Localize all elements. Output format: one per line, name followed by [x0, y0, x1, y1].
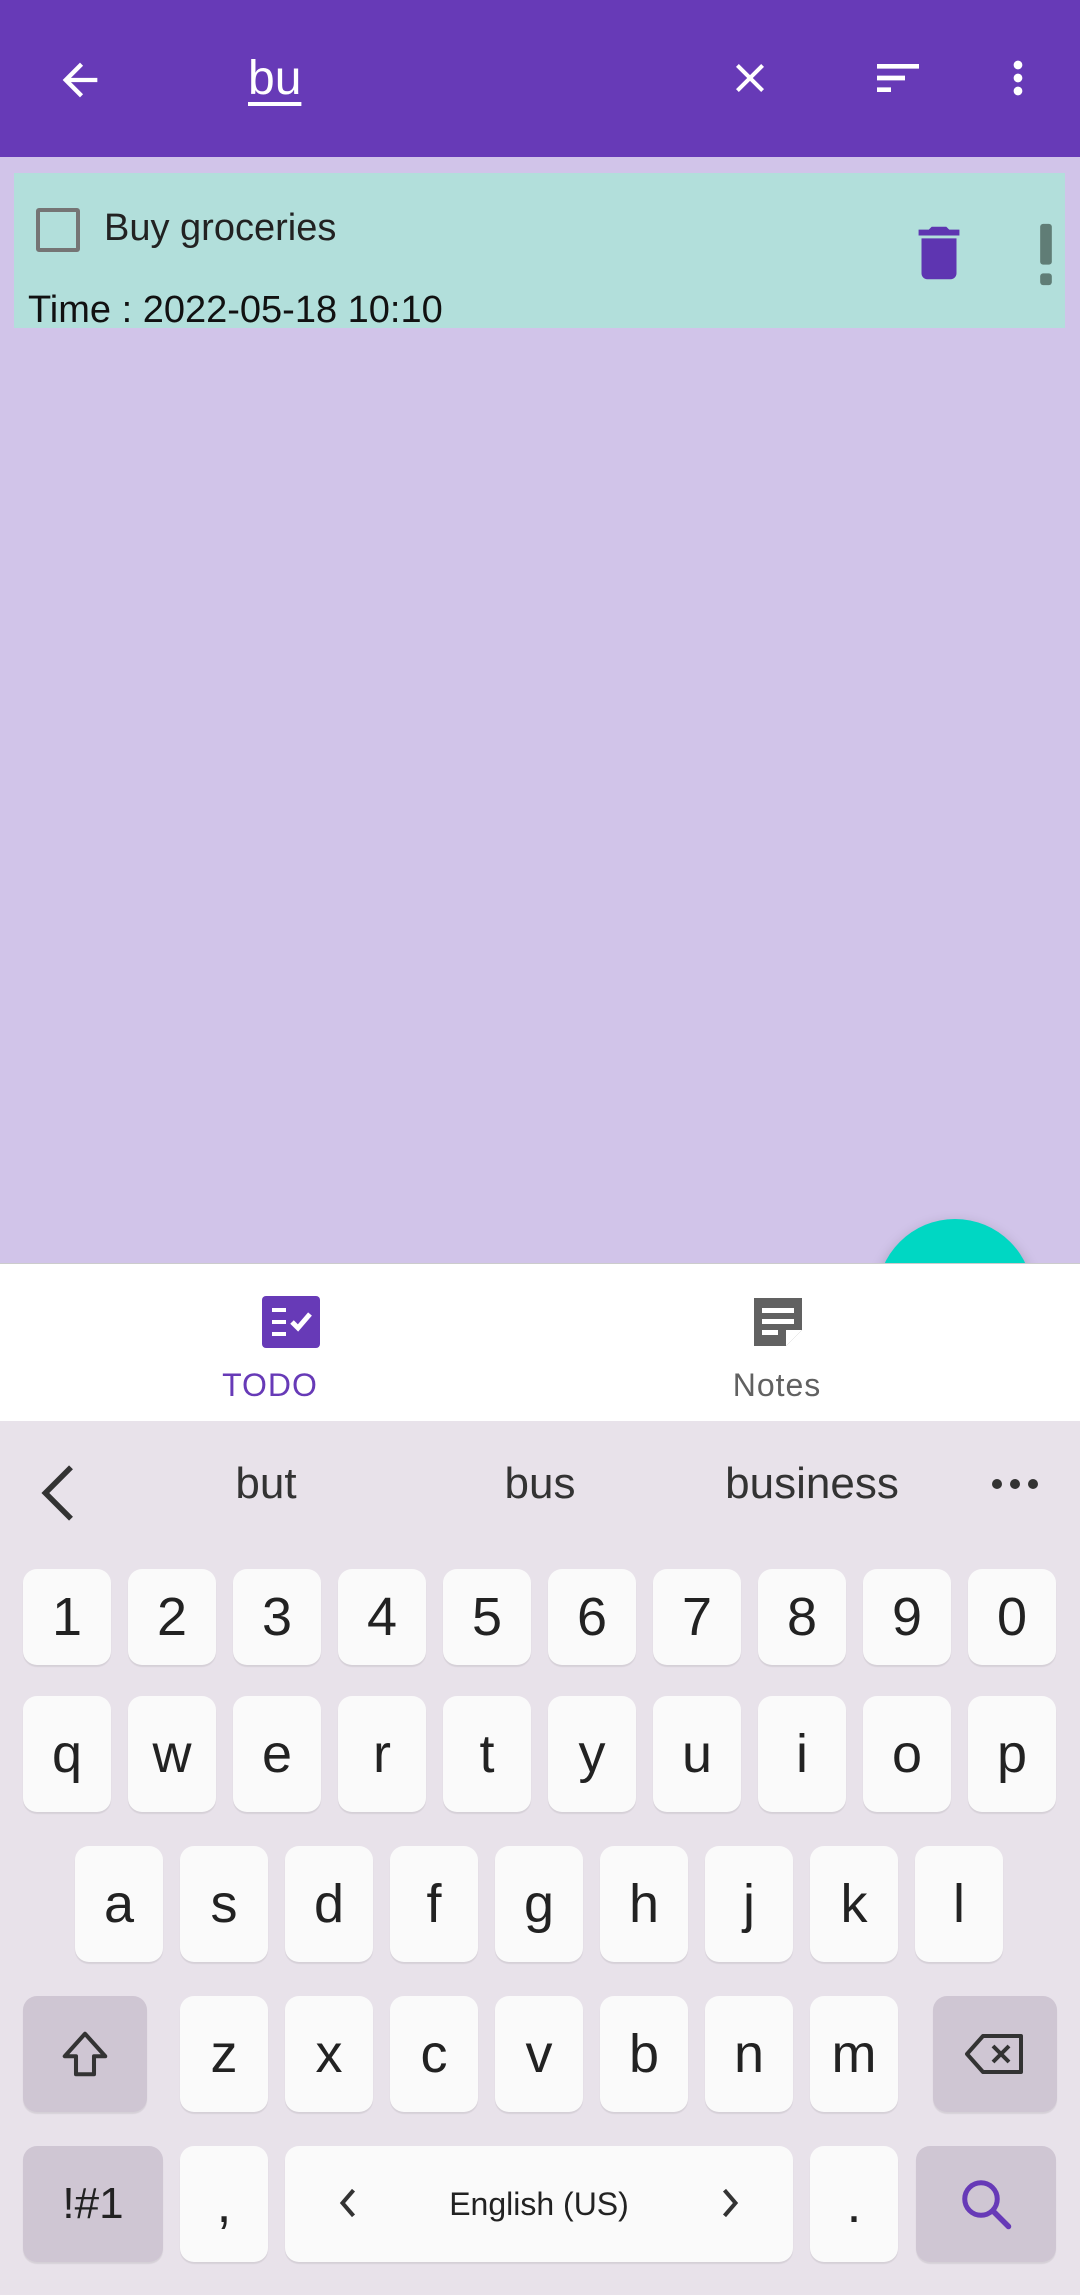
- key-w[interactable]: w: [128, 1696, 216, 1812]
- key-c[interactable]: c: [390, 1996, 478, 2112]
- key-x[interactable]: x: [285, 1996, 373, 2112]
- backspace-icon: [965, 2034, 1023, 2074]
- key-y[interactable]: y: [548, 1696, 636, 1812]
- delete-icon[interactable]: [904, 218, 974, 293]
- todo-checkbox[interactable]: [36, 208, 80, 252]
- checklist-icon: [260, 1294, 322, 1355]
- backspace-key[interactable]: [933, 1996, 1057, 2112]
- comma-key[interactable]: ,: [180, 2146, 268, 2262]
- key-d[interactable]: d: [285, 1846, 373, 1962]
- more-horiz-icon[interactable]: [990, 1477, 1040, 1496]
- key-o[interactable]: o: [863, 1696, 951, 1812]
- more-vert-icon[interactable]: [978, 38, 1058, 118]
- search-key[interactable]: [916, 2146, 1056, 2262]
- key-v[interactable]: v: [495, 1996, 583, 2112]
- close-icon[interactable]: [710, 38, 790, 118]
- key-2[interactable]: 2: [128, 1569, 216, 1665]
- symbols-key[interactable]: !#1: [23, 2146, 163, 2262]
- key-3[interactable]: 3: [233, 1569, 321, 1665]
- key-r[interactable]: r: [338, 1696, 426, 1812]
- key-p[interactable]: p: [968, 1696, 1056, 1812]
- key-f[interactable]: f: [390, 1846, 478, 1962]
- key-q[interactable]: q: [23, 1696, 111, 1812]
- key-g[interactable]: g: [495, 1846, 583, 1962]
- key-j[interactable]: j: [705, 1846, 793, 1962]
- chevron-left-small-icon: [337, 2186, 359, 2228]
- key-8[interactable]: 8: [758, 1569, 846, 1665]
- key-1[interactable]: 1: [23, 1569, 111, 1665]
- key-0[interactable]: 0: [968, 1569, 1056, 1665]
- suggestion-1[interactable]: but: [146, 1459, 386, 1509]
- tab-todo[interactable]: TODO: [32, 1264, 572, 1422]
- key-l[interactable]: l: [915, 1846, 1003, 1962]
- key-b[interactable]: b: [600, 1996, 688, 2112]
- suggestion-bar: but bus business: [0, 1421, 1080, 1546]
- key-m[interactable]: m: [810, 1996, 898, 2112]
- key-n[interactable]: n: [705, 1996, 793, 2112]
- shift-key[interactable]: [23, 1996, 147, 2112]
- key-a[interactable]: a: [75, 1846, 163, 1962]
- note-icon: [750, 1294, 806, 1355]
- key-9[interactable]: 9: [863, 1569, 951, 1665]
- key-7[interactable]: 7: [653, 1569, 741, 1665]
- suggestion-2[interactable]: bus: [420, 1459, 660, 1509]
- key-e[interactable]: e: [233, 1696, 321, 1812]
- period-key[interactable]: .: [810, 2146, 898, 2262]
- tab-todo-label: TODO: [222, 1367, 318, 1403]
- key-4[interactable]: 4: [338, 1569, 426, 1665]
- todo-title: Buy groceries: [104, 207, 337, 249]
- key-5[interactable]: 5: [443, 1569, 531, 1665]
- key-z[interactable]: z: [180, 1996, 268, 2112]
- todo-time: Time : 2022-05-18 10:10: [28, 289, 443, 331]
- space-key[interactable]: English (US): [285, 2146, 793, 2262]
- key-k[interactable]: k: [810, 1846, 898, 1962]
- chevron-left-icon[interactable]: [38, 1463, 82, 1528]
- todo-list: Buy groceries Time : 2022-05-18 10:10: [0, 157, 1080, 1375]
- key-h[interactable]: h: [600, 1846, 688, 1962]
- key-i[interactable]: i: [758, 1696, 846, 1812]
- search-input[interactable]: bu: [248, 44, 301, 114]
- priority-icon[interactable]: [1026, 218, 1066, 293]
- key-t[interactable]: t: [443, 1696, 531, 1812]
- key-u[interactable]: u: [653, 1696, 741, 1812]
- back-arrow-icon[interactable]: [40, 40, 120, 120]
- shift-icon: [62, 2031, 108, 2077]
- app-bar: bu: [0, 0, 1080, 157]
- sort-icon[interactable]: [858, 38, 938, 118]
- tab-notes-label: Notes: [732, 1367, 822, 1403]
- bottom-navigation: TODO Notes: [0, 1263, 1080, 1422]
- keyboard: but bus business 1 2 3 4 5 6 7 8 9 0 q w…: [0, 1421, 1080, 2295]
- todo-item[interactable]: Buy groceries Time : 2022-05-18 10:10: [14, 173, 1066, 331]
- language-label: English (US): [449, 2185, 629, 2222]
- suggestion-3[interactable]: business: [692, 1459, 932, 1509]
- chevron-right-small-icon: [719, 2186, 741, 2228]
- key-6[interactable]: 6: [548, 1569, 636, 1665]
- tab-notes[interactable]: Notes: [540, 1264, 1080, 1422]
- key-s[interactable]: s: [180, 1846, 268, 1962]
- search-icon: [962, 2180, 1012, 2230]
